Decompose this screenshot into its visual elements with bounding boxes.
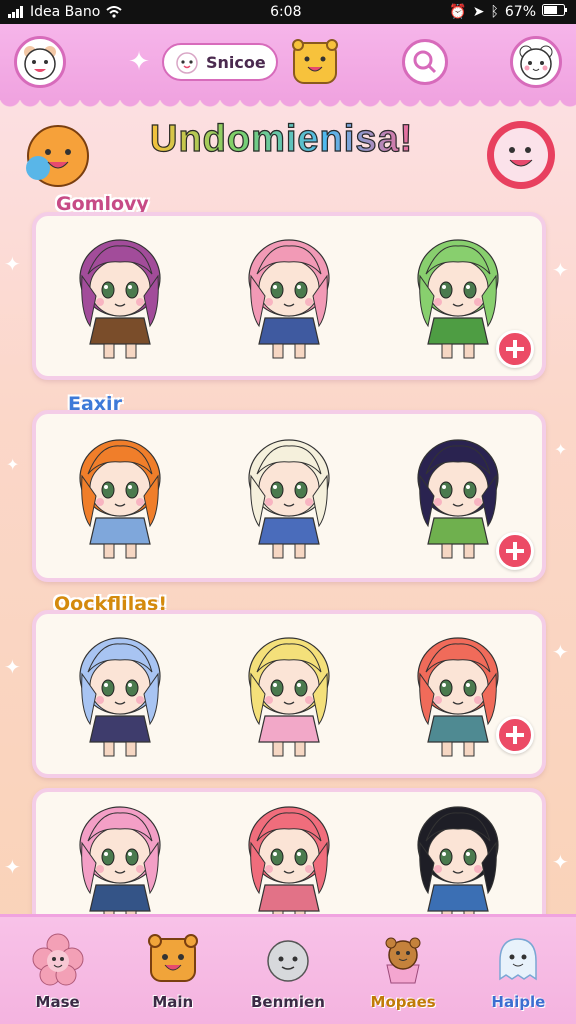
profile-button[interactable] xyxy=(510,36,562,88)
status-bar: Idea Bano 6:08 ⏰ ➤ ᛒ 67% xyxy=(0,0,576,24)
character-avatar[interactable] xyxy=(219,619,359,769)
sparkle-icon: ✦ xyxy=(552,850,569,874)
sparkle-icon: ✦ xyxy=(128,47,150,77)
clock: 6:08 xyxy=(270,4,302,20)
bluetooth-icon: ᛒ xyxy=(490,4,499,20)
bear-icon xyxy=(147,934,198,982)
nav-label: Mopaes xyxy=(370,993,436,1011)
chibi-character-icon xyxy=(248,439,330,559)
chibi-character-icon xyxy=(79,637,161,757)
cupcake-bear-icon xyxy=(385,937,421,984)
page-title: Undomienisa! xyxy=(149,117,414,160)
carrier-name: Idea Bano xyxy=(30,4,101,20)
chibi-character-icon xyxy=(248,637,330,757)
brand-label: Snicoe xyxy=(205,52,266,72)
wifi-icon xyxy=(106,6,122,18)
alarm-icon: ⏰ xyxy=(449,4,467,20)
bunny-face-icon xyxy=(519,45,553,80)
chibi-character-icon xyxy=(79,439,161,559)
chibi-character-icon xyxy=(248,806,330,926)
battery-icon xyxy=(542,4,568,20)
chibi-character-icon xyxy=(417,806,499,926)
sparkle-icon: ✦ xyxy=(4,655,21,679)
location-icon: ➤ xyxy=(472,4,485,20)
battery-percent: 67% xyxy=(504,4,536,20)
chibi-character-icon xyxy=(79,239,161,359)
add-character-button[interactable] xyxy=(496,716,534,754)
sparkle-icon: ✦ xyxy=(554,440,568,459)
top-bar: ✦ Snicoe xyxy=(0,24,576,110)
signal-icon xyxy=(8,6,24,18)
sparkle-icon: ✦ xyxy=(4,855,21,879)
pink-ghost-mascot-icon xyxy=(487,121,555,189)
plus-icon xyxy=(506,340,524,358)
nav-label: Haiple xyxy=(491,993,546,1011)
plus-icon xyxy=(506,542,524,560)
page-header: Undomienisa! xyxy=(0,110,576,190)
nav-label: Mase xyxy=(35,993,80,1011)
nav-item-mase[interactable]: Mase xyxy=(8,931,108,1011)
chibi-character-icon xyxy=(248,239,330,359)
character-avatar[interactable] xyxy=(50,221,190,371)
ghost-icon xyxy=(267,940,309,982)
character-card xyxy=(32,212,546,380)
sparkle-icon: ✦ xyxy=(552,258,569,282)
character-avatar[interactable] xyxy=(50,619,190,769)
ghost-blue-icon xyxy=(499,938,538,981)
nav-label: Main xyxy=(152,993,194,1011)
yellow-bear-icon[interactable] xyxy=(290,37,340,87)
add-character-button[interactable] xyxy=(496,330,534,368)
nav-item-benmien[interactable]: Benmien xyxy=(238,931,338,1011)
search-button[interactable] xyxy=(401,39,448,85)
brand-badge[interactable]: Snicoe xyxy=(161,43,278,81)
search-icon xyxy=(413,50,436,74)
add-character-button[interactable] xyxy=(496,532,534,570)
plus-icon xyxy=(506,726,524,744)
sparkle-icon: ✦ xyxy=(6,455,20,474)
bear-face-icon xyxy=(24,46,56,80)
cloud-mascot-icon xyxy=(176,52,198,74)
orange-cat-mascot-icon xyxy=(26,125,89,187)
bottom-nav: Mase Main Benmien Mopaes Haiple xyxy=(0,914,576,1024)
bear-avatar-button[interactable] xyxy=(14,36,66,88)
nav-item-main[interactable]: Main xyxy=(123,931,223,1011)
character-avatar[interactable] xyxy=(219,421,359,571)
character-avatar[interactable] xyxy=(219,221,359,371)
character-avatar[interactable] xyxy=(50,421,190,571)
chibi-character-icon xyxy=(79,806,161,926)
nav-label: Benmien xyxy=(251,993,325,1011)
flower-icon xyxy=(32,933,84,986)
nav-item-mopaes[interactable]: Mopaes xyxy=(353,931,453,1011)
character-card xyxy=(32,410,546,582)
nav-item-haiple[interactable]: Haiple xyxy=(468,931,568,1011)
character-card xyxy=(32,610,546,778)
sparkle-icon: ✦ xyxy=(4,252,21,276)
sparkle-icon: ✦ xyxy=(552,640,569,664)
